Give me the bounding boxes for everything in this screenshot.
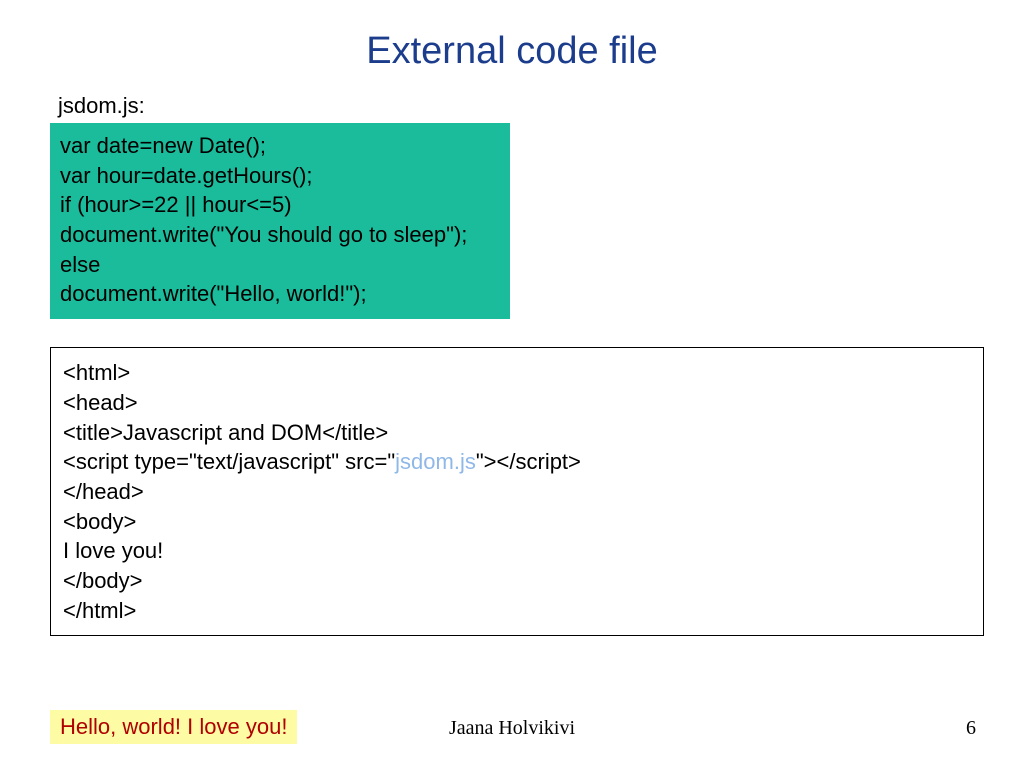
code-line: </body> xyxy=(63,566,971,596)
code-line: else xyxy=(60,250,500,280)
footer-author: Jaana Holvikivi xyxy=(0,717,1024,740)
slide-title: External code file xyxy=(0,0,1024,93)
code-src-link: jsdom.js xyxy=(395,449,476,474)
code-line: I love you! xyxy=(63,536,971,566)
js-filename-label: jsdom.js: xyxy=(58,93,1024,119)
html-code-block: <html> <head> <title>Javascript and DOM<… xyxy=(50,347,984,636)
code-line: <script type="text/javascript" src="jsdo… xyxy=(63,447,971,477)
code-line: </html> xyxy=(63,596,971,626)
code-fragment: <script type="text/javascript" src=" xyxy=(63,449,395,474)
code-line: <body> xyxy=(63,507,971,537)
code-fragment: ipt> xyxy=(545,449,581,474)
code-fragment: "></scr xyxy=(476,449,545,474)
code-line: document.write("You should go to sleep")… xyxy=(60,220,500,250)
code-line: <head> xyxy=(63,388,971,418)
footer-page-number: 6 xyxy=(966,717,976,740)
code-line: <html> xyxy=(63,358,971,388)
code-line: </head> xyxy=(63,477,971,507)
code-line: if (hour>=22 || hour<=5) xyxy=(60,190,500,220)
code-line: var date=new Date(); xyxy=(60,131,500,161)
js-code-block: var date=new Date(); var hour=date.getHo… xyxy=(50,123,510,319)
code-line: var hour=date.getHours(); xyxy=(60,161,500,191)
code-line: <title>Javascript and DOM</title> xyxy=(63,418,971,448)
code-line: document.write("Hello, world!"); xyxy=(60,279,500,309)
